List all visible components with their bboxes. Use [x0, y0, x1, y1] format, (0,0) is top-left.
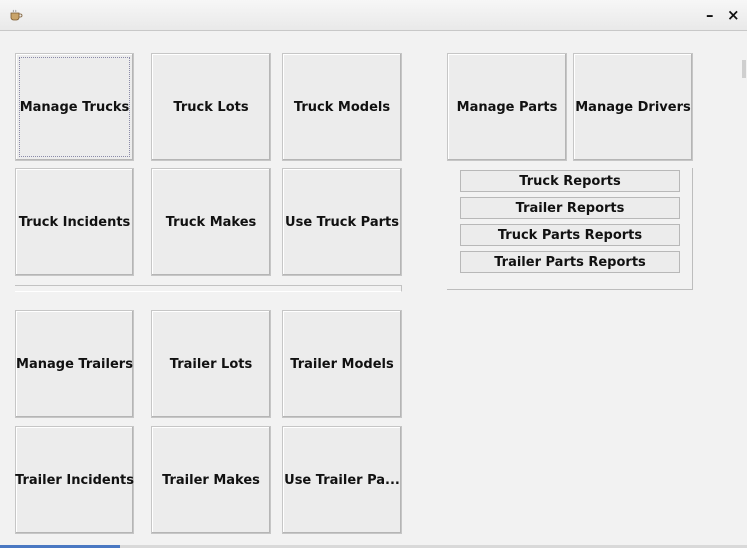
truck-models-label: Truck Models: [293, 99, 391, 115]
use-truck-parts-label: Use Truck Parts: [285, 214, 399, 230]
truck-parts-reports-button[interactable]: Truck Parts Reports: [460, 224, 680, 246]
truck-makes-button[interactable]: Truck Makes: [151, 168, 271, 276]
trailer-incidents-button[interactable]: Trailer Incidents: [15, 426, 134, 534]
reports-panel: Truck Reports Trailer Reports Truck Part…: [447, 168, 693, 290]
truck-reports-label: Truck Reports: [519, 173, 621, 189]
truck-makes-label: Truck Makes: [165, 214, 257, 230]
manage-parts-label: Manage Parts: [456, 99, 558, 115]
use-trailer-parts-button[interactable]: Use Trailer Pa...: [282, 426, 402, 534]
trailer-lots-button[interactable]: Trailer Lots: [151, 310, 271, 418]
trailer-parts-reports-label: Trailer Parts Reports: [494, 254, 646, 270]
trailer-lots-label: Trailer Lots: [169, 356, 253, 372]
manage-trailers-label: Manage Trailers: [16, 356, 133, 372]
truck-lots-button[interactable]: Truck Lots: [151, 53, 271, 161]
use-truck-parts-button[interactable]: Use Truck Parts: [282, 168, 402, 276]
trailer-incidents-label: Trailer Incidents: [15, 472, 134, 488]
truck-parts-reports-label: Truck Parts Reports: [497, 227, 643, 243]
use-trailer-parts-label: Use Trailer Pa...: [284, 472, 400, 488]
manage-trucks-label: Manage Trucks: [19, 99, 130, 115]
truck-reports-button[interactable]: Truck Reports: [460, 170, 680, 192]
manage-drivers-button[interactable]: Manage Drivers: [573, 53, 693, 161]
truck-lots-label: Truck Lots: [173, 99, 249, 115]
truck-incidents-label: Truck Incidents: [18, 214, 131, 230]
manage-trucks-button[interactable]: Manage Trucks: [15, 53, 134, 161]
manage-parts-button[interactable]: Manage Parts: [447, 53, 567, 161]
coffee-cup-icon[interactable]: [9, 9, 23, 21]
trailer-reports-button[interactable]: Trailer Reports: [460, 197, 680, 219]
truck-incidents-button[interactable]: Truck Incidents: [15, 168, 134, 276]
minimize-button[interactable]: –: [706, 6, 714, 24]
trailer-makes-label: Trailer Makes: [162, 472, 260, 488]
manage-trailers-button[interactable]: Manage Trailers: [15, 310, 134, 418]
trailer-reports-label: Trailer Reports: [515, 200, 625, 216]
title-bar: – ×: [0, 0, 747, 31]
trailer-makes-button[interactable]: Trailer Makes: [151, 426, 271, 534]
manage-drivers-label: Manage Drivers: [575, 99, 691, 115]
section-separator: [15, 285, 402, 292]
scrollbar-handle[interactable]: [742, 60, 746, 78]
trailer-parts-reports-button[interactable]: Trailer Parts Reports: [460, 251, 680, 273]
truck-models-button[interactable]: Truck Models: [282, 53, 402, 161]
close-button[interactable]: ×: [727, 6, 740, 24]
trailer-models-label: Trailer Models: [290, 356, 394, 372]
trailer-models-button[interactable]: Trailer Models: [282, 310, 402, 418]
